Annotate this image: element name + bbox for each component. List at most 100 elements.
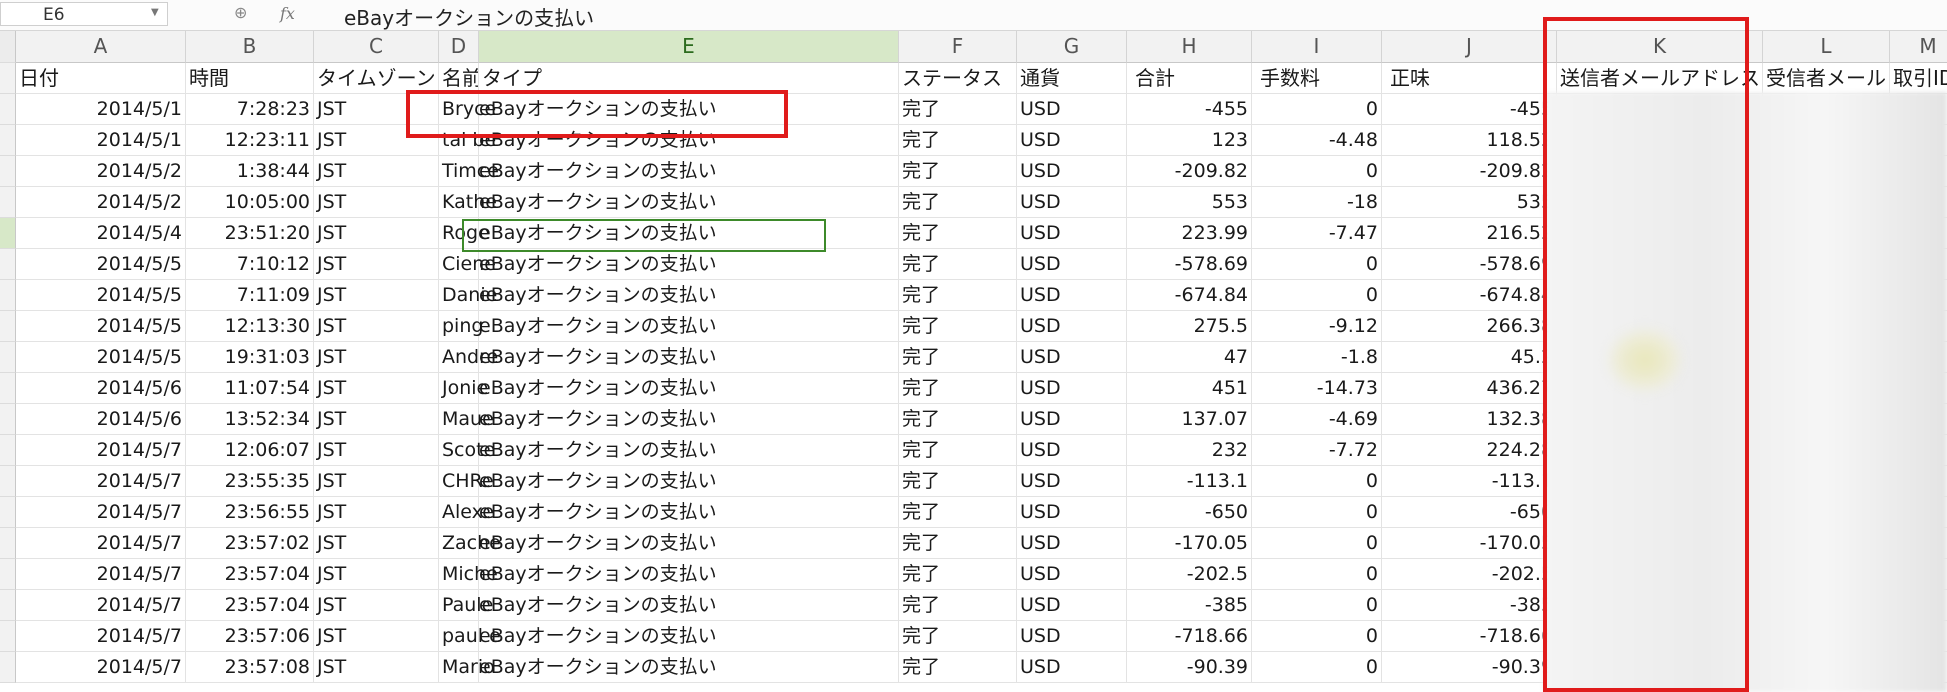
table-cell-f[interactable]: 完了 [899,559,1017,590]
zoom-icon[interactable]: ⊕ [234,3,247,22]
table-cell-d[interactable]: Maue [439,404,494,435]
table-cell-f[interactable]: 完了 [899,590,1017,621]
table-cell-h[interactable]: 232 [1127,435,1252,466]
table-cell-h[interactable]: 123 [1127,125,1252,156]
column-header-m[interactable]: M [1890,31,1947,63]
table-cell-j[interactable]: -113.1 [1382,466,1557,497]
table-cell-d[interactable]: Ciene [439,249,496,280]
table-cell-b[interactable]: 23:57:08 [186,652,314,683]
table-cell-e[interactable]: eBayオークションの支払い [479,187,899,218]
table-cell-d[interactable]: CHRe [439,466,494,497]
table-cell-f[interactable]: 完了 [899,404,1017,435]
table-cell-j[interactable]: -674.84 [1382,280,1557,311]
table-cell-j[interactable]: -718.66 [1382,621,1557,652]
table-cell-i[interactable]: -18 [1252,187,1382,218]
table-cell-i[interactable]: -7.72 [1252,435,1382,466]
table-cell-c[interactable]: JST [314,187,439,218]
table-cell-b[interactable]: 7:11:09 [186,280,314,311]
table-cell-a[interactable]: 2014/5/2 [16,156,186,187]
table-cell-g[interactable]: USD [1017,497,1127,528]
table-cell-g[interactable]: USD [1017,652,1127,683]
table-cell-j[interactable]: 118.52 [1382,125,1557,156]
table-cell-a[interactable]: 2014/5/1 [16,94,186,125]
table-cell-a[interactable]: 2014/5/5 [16,280,186,311]
table-cell-j[interactable]: 436.27 [1382,373,1557,404]
header-cell-f[interactable]: ステータス [899,63,1017,94]
column-header-c[interactable]: C [314,31,439,63]
table-cell-h[interactable]: -202.5 [1127,559,1252,590]
table-cell-c[interactable]: JST [314,652,439,683]
table-cell-c[interactable]: JST [314,373,439,404]
header-cell-h[interactable]: 合計 [1127,63,1252,94]
table-cell-d[interactable]: paul e [439,621,501,652]
table-cell-h[interactable]: -90.39 [1127,652,1252,683]
table-cell-b[interactable]: 23:57:06 [186,621,314,652]
row-header[interactable] [0,249,16,280]
table-cell-h[interactable]: 47 [1127,342,1252,373]
row-header[interactable] [0,218,16,249]
table-cell-c[interactable]: JST [314,404,439,435]
table-cell-f[interactable]: 完了 [899,528,1017,559]
table-cell-f[interactable]: 完了 [899,156,1017,187]
header-cell-l[interactable]: 受信者メール [1763,63,1890,94]
header-cell-a[interactable]: 日付 [16,63,186,94]
table-cell-g[interactable]: USD [1017,590,1127,621]
row-header[interactable] [0,621,16,652]
table-cell-a[interactable]: 2014/5/7 [16,466,186,497]
table-cell-b[interactable]: 1:38:44 [186,156,314,187]
table-cell-j[interactable]: 535 [1382,187,1557,218]
table-cell-g[interactable]: USD [1017,342,1127,373]
table-cell-a[interactable]: 2014/5/2 [16,187,186,218]
table-cell-i[interactable]: -1.8 [1252,342,1382,373]
table-cell-i[interactable]: 0 [1252,280,1382,311]
table-cell-j[interactable]: 224.28 [1382,435,1557,466]
table-cell-f[interactable]: 完了 [899,435,1017,466]
table-cell-b[interactable]: 12:06:07 [186,435,314,466]
table-cell-b[interactable]: 23:51:20 [186,218,314,249]
column-header-b[interactable]: B [186,31,314,63]
table-cell-e[interactable]: eBayオークションの支払い [479,156,899,187]
table-cell-c[interactable]: JST [314,497,439,528]
row-header[interactable] [0,342,16,373]
table-cell-g[interactable]: USD [1017,249,1127,280]
row-header[interactable] [0,497,16,528]
table-cell-d[interactable]: Scote [439,435,495,466]
table-cell-f[interactable]: 完了 [899,125,1017,156]
table-cell-g[interactable]: USD [1017,559,1127,590]
table-cell-a[interactable]: 2014/5/1 [16,125,186,156]
table-cell-i[interactable]: -9.12 [1252,311,1382,342]
table-cell-h[interactable]: -209.82 [1127,156,1252,187]
row-header[interactable] [0,528,16,559]
table-cell-j[interactable]: -90.39 [1382,652,1557,683]
table-cell-b[interactable]: 13:52:34 [186,404,314,435]
table-cell-e[interactable]: eBayオークションの支払い [479,311,899,342]
table-cell-f[interactable]: 完了 [899,280,1017,311]
table-cell-a[interactable]: 2014/5/7 [16,528,186,559]
function-icon[interactable]: fx [280,4,295,23]
table-cell-g[interactable]: USD [1017,94,1127,125]
table-cell-i[interactable]: 0 [1252,94,1382,125]
table-cell-g[interactable]: USD [1017,311,1127,342]
table-cell-a[interactable]: 2014/5/5 [16,342,186,373]
table-cell-j[interactable]: 266.38 [1382,311,1557,342]
table-cell-i[interactable]: 0 [1252,497,1382,528]
table-cell-b[interactable]: 19:31:03 [186,342,314,373]
table-cell-j[interactable]: 132.38 [1382,404,1557,435]
row-header[interactable] [0,311,16,342]
table-cell-j[interactable]: 45.2 [1382,342,1557,373]
header-cell-i[interactable]: 手数料 [1252,63,1382,94]
table-cell-h[interactable]: 137.07 [1127,404,1252,435]
table-cell-d[interactable]: Miche [439,559,498,590]
table-cell-h[interactable]: -170.05 [1127,528,1252,559]
table-cell-g[interactable]: USD [1017,621,1127,652]
table-cell-i[interactable]: -4.48 [1252,125,1382,156]
table-cell-b[interactable]: 12:13:30 [186,311,314,342]
column-header-a[interactable]: A [16,31,186,63]
table-cell-h[interactable]: -385 [1127,590,1252,621]
table-cell-d[interactable]: Kathe [439,187,497,218]
chevron-down-icon[interactable]: ▼ [151,7,159,18]
table-cell-b[interactable]: 23:57:04 [186,559,314,590]
column-header-f[interactable]: F [899,31,1017,63]
column-header-e[interactable]: E [479,31,899,63]
table-cell-f[interactable]: 完了 [899,373,1017,404]
